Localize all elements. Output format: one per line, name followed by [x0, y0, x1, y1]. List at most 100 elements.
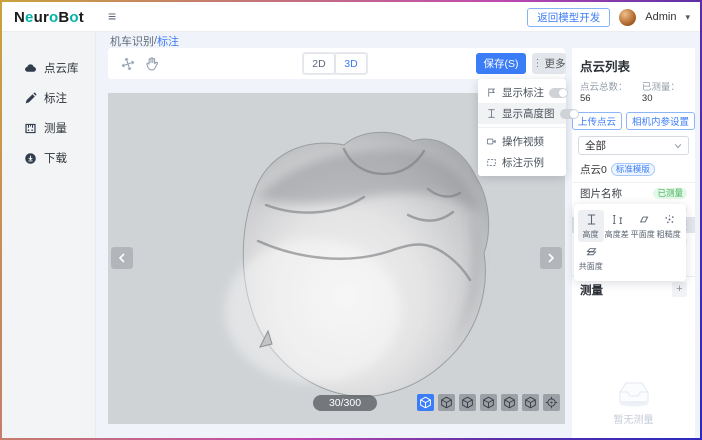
menu-item-label: 显示高度图 [502, 106, 555, 121]
menu-item-operation-video[interactable]: 操作视频 [478, 131, 566, 152]
more-button-label: 更多 [545, 56, 566, 71]
measured-stat: 已测量：30 [642, 79, 687, 104]
flatness-icon [637, 213, 650, 226]
height-diff-icon [611, 213, 624, 226]
breadcrumb-parent[interactable]: 机车识别 [110, 33, 154, 49]
more-dots-icon: ⋮ [533, 58, 543, 69]
sidebar-item-annotation[interactable]: 标注 [2, 86, 95, 110]
view-2d-button[interactable]: 2D [304, 54, 334, 73]
total-stat: 点云总数：56 [580, 79, 634, 104]
logo-letter: N [14, 9, 25, 26]
cloud-icon [23, 61, 37, 75]
cloud-group-row[interactable]: 点云0 标准模版 [572, 155, 695, 182]
view-cube-right-button[interactable] [501, 394, 518, 411]
image-counter-badge: 30/300 [313, 395, 377, 411]
user-name[interactable]: Admin [645, 11, 676, 23]
filter-select[interactable]: 全部 [578, 136, 689, 155]
menu-fold-icon[interactable]: ≡ [108, 8, 116, 24]
tool-height[interactable]: 高度 [578, 210, 604, 242]
total-value: 56 [580, 93, 591, 104]
back-to-model-dev-button[interactable]: 返回模型开发 [527, 8, 610, 27]
filter-value: 全部 [585, 138, 606, 153]
breadcrumb-current: 标注 [157, 33, 179, 49]
menu-item-show-heightmap[interactable]: 显示高度图 [478, 103, 566, 124]
logo-letter: t [79, 9, 84, 26]
tool-height-diff[interactable]: 高度差 [604, 210, 630, 242]
show-heightmap-toggle[interactable] [560, 109, 579, 119]
logo-letter: ur [34, 9, 49, 26]
prev-image-button[interactable] [111, 247, 133, 269]
add-measure-button[interactable]: + [672, 282, 687, 297]
sidebar-item-pointcloud-library[interactable]: 点云库 [2, 56, 95, 80]
template-badge: 标准模版 [611, 163, 655, 176]
camera-intrinsics-button[interactable]: 相机内参设置 [626, 112, 695, 130]
empty-text: 暂无测量 [614, 411, 654, 426]
tool-label: 高度差 [605, 228, 629, 239]
chevron-down-icon [674, 142, 682, 150]
tool-label: 粗糙度 [657, 228, 681, 239]
panel-title: 点云列表 [572, 48, 695, 79]
pen-icon [23, 91, 37, 105]
tool-coplanarity[interactable]: 共面度 [578, 242, 604, 274]
menu-item-label: 显示标注 [502, 85, 544, 100]
logo-letter-accent: o [69, 9, 78, 26]
upload-pointcloud-button[interactable]: 上传点云 [572, 112, 622, 130]
chevron-down-icon[interactable]: ▾ [685, 12, 690, 23]
view-reset-target-button[interactable] [543, 394, 560, 411]
logo-letter: B [58, 9, 69, 26]
measured-label: 已测量： [642, 82, 680, 93]
tool-label: 共面度 [579, 260, 603, 271]
menu-divider [478, 127, 566, 128]
next-image-button[interactable] [540, 247, 562, 269]
view-cube-iso-button[interactable] [417, 394, 434, 411]
image-list-item[interactable]: 图片名称 已测量 [572, 185, 695, 201]
more-dropdown-menu: 显示标注 显示高度图 操作视频 标注示例 [478, 79, 566, 176]
screenshot-frame: NeuroBot ≡ 返回模型开发 Admin ▾ 点云库 标注 测 [0, 0, 702, 440]
logo-letter-accent: o [49, 9, 58, 26]
measure-icon [23, 121, 37, 135]
save-button[interactable]: 保存(S) [476, 53, 526, 74]
logo-letter-accent: e [25, 9, 34, 26]
empty-state: 暂无测量 [572, 378, 695, 426]
video-icon [486, 136, 497, 147]
tool-roughness[interactable]: 粗糙度 [656, 210, 682, 242]
empty-box-icon [614, 378, 654, 408]
view-3d-button[interactable]: 3D [336, 54, 366, 73]
avatar[interactable] [619, 9, 636, 26]
panel-divider [572, 182, 695, 183]
neurobot-app: NeuroBot ≡ 返回模型开发 Admin ▾ 点云库 标注 测 [2, 2, 700, 438]
sidebar-item-label: 标注 [44, 90, 67, 106]
view-mode-segmented: 2D 3D [302, 52, 368, 75]
measured-badge: 已测量 [653, 188, 687, 199]
menu-item-show-annotation[interactable]: 显示标注 [478, 82, 566, 103]
view-cube-front-button[interactable] [438, 394, 455, 411]
measured-value: 30 [642, 93, 653, 104]
view-cube-back-button[interactable] [459, 394, 476, 411]
view-cube-left-button[interactable] [480, 394, 497, 411]
tool-flatness[interactable]: 平面度 [630, 210, 656, 242]
frame-icon [486, 157, 497, 168]
sidebar-item-download[interactable]: 下载 [2, 146, 95, 170]
height-icon [585, 213, 598, 226]
menu-item-label: 操作视频 [502, 134, 558, 149]
hand-tool-icon[interactable] [144, 56, 160, 72]
menu-item-annotation-example[interactable]: 标注示例 [478, 152, 566, 173]
sidebar: 点云库 标注 测量 下载 [2, 32, 96, 438]
header-right: 返回模型开发 Admin ▾ [527, 2, 690, 32]
show-annotation-toggle[interactable] [549, 88, 568, 98]
sidebar-item-measure[interactable]: 测量 [2, 116, 95, 140]
view-orientation-bar [417, 394, 560, 411]
tool-label: 平面度 [631, 228, 655, 239]
cloud-name: 点云0 [580, 162, 607, 177]
pointcloud-list-panel: 点云列表 点云总数：56 已测量：30 上传点云 相机内参设置 全部 点云0 标… [572, 48, 695, 438]
more-button[interactable]: ⋮ 更多 [532, 53, 566, 74]
image-name: 图片名称 [580, 186, 653, 201]
breadcrumb: 机车识别 / 标注 [110, 33, 179, 48]
sidebar-item-label: 点云库 [44, 60, 79, 76]
flag-icon [486, 87, 497, 98]
view-cube-top-button[interactable] [522, 394, 539, 411]
height-ibeam-icon [486, 108, 497, 119]
pan-tool-icon[interactable] [120, 56, 136, 72]
measure-title: 测量 [580, 282, 603, 298]
menu-item-label: 标注示例 [502, 155, 558, 170]
